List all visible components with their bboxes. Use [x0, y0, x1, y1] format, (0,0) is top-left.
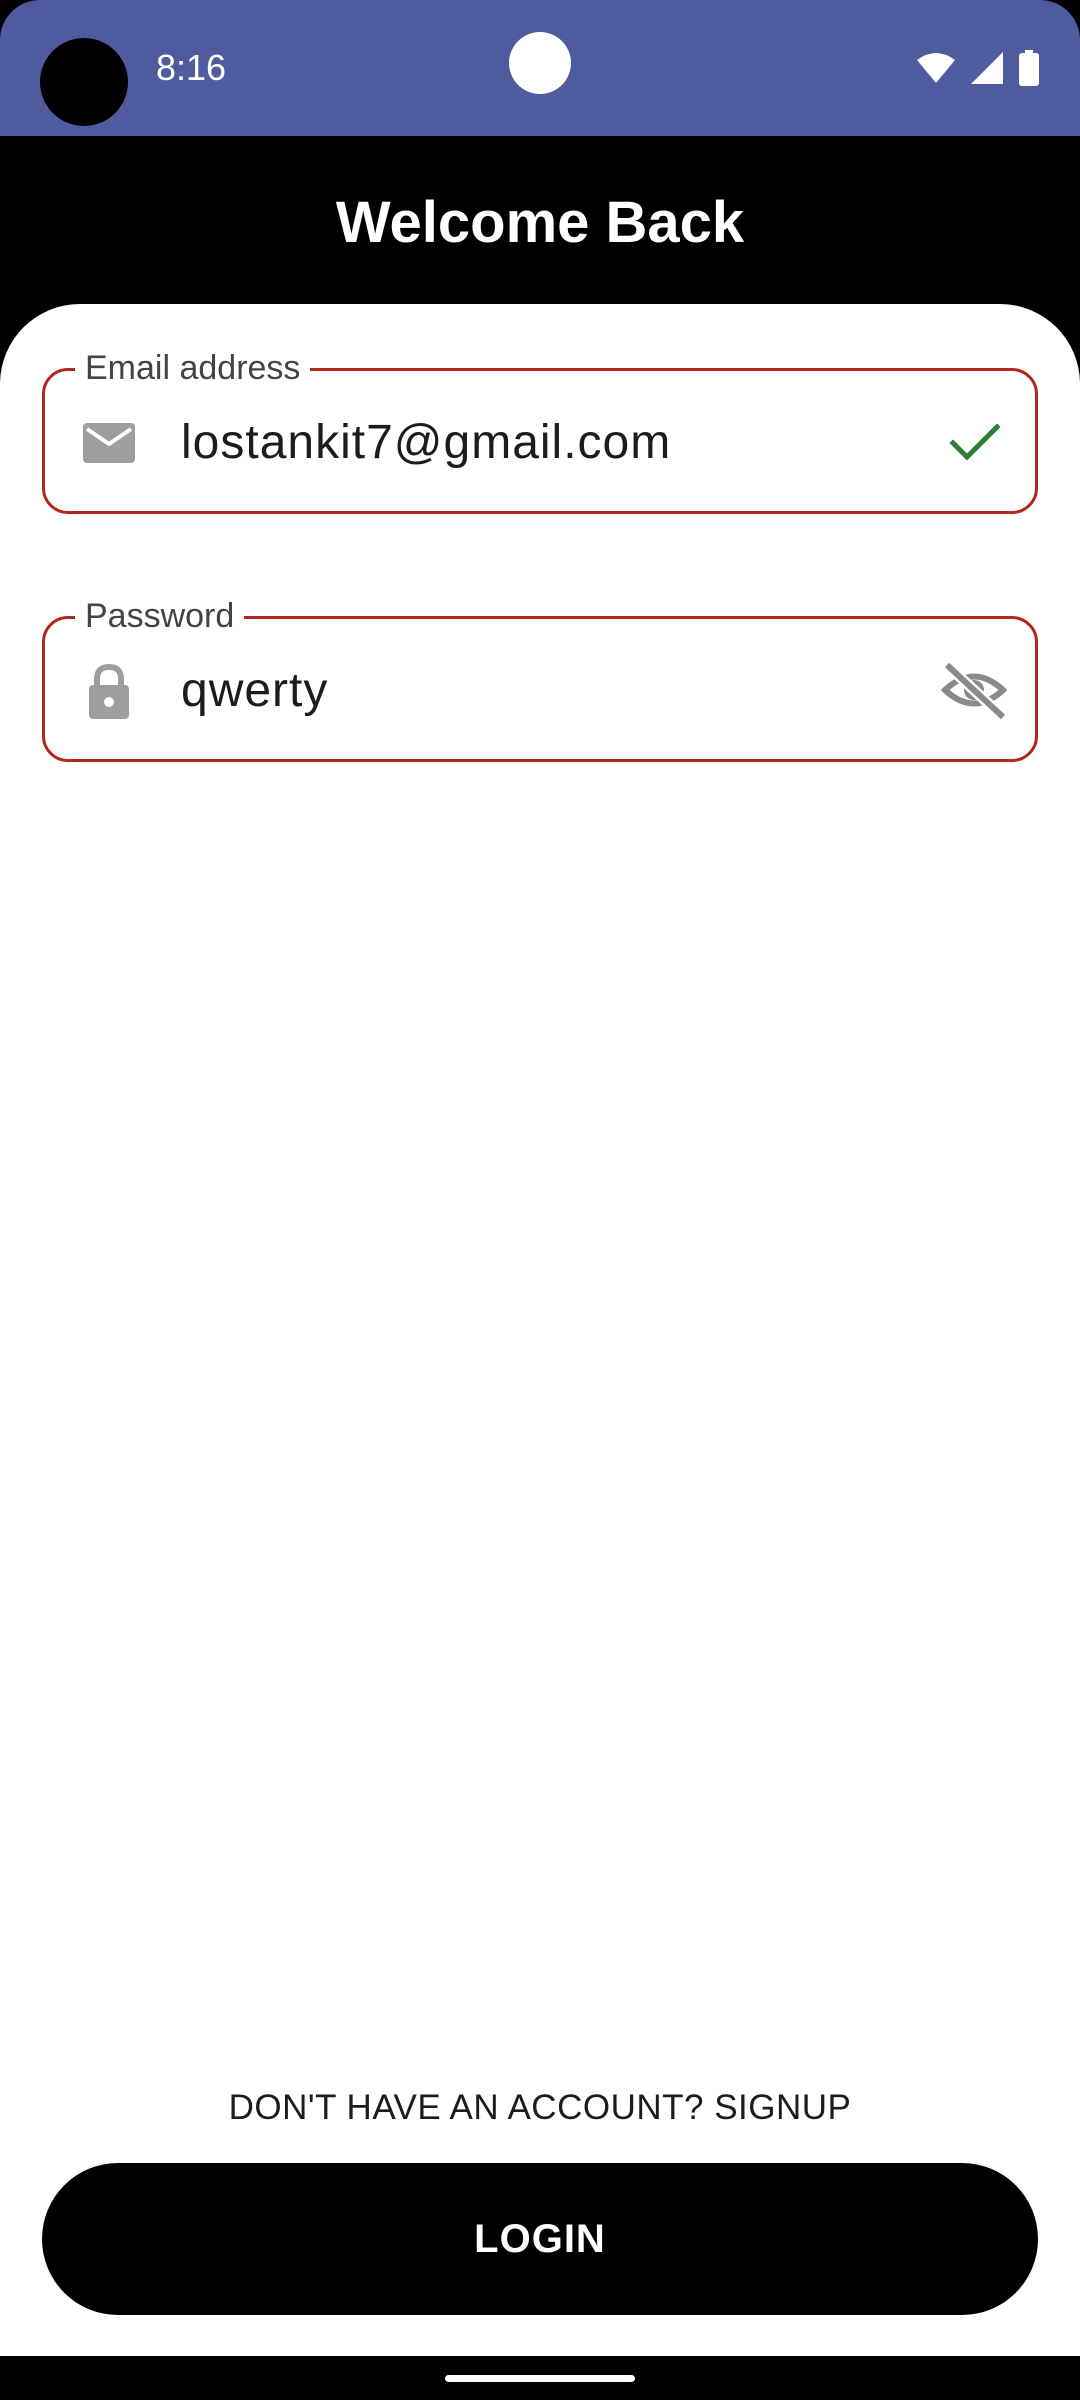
login-form-card: Email address lostankit7@gmail.com Passw… — [0, 304, 1080, 2356]
page-title: Welcome Back — [335, 190, 745, 255]
cellular-signal-icon — [971, 52, 1003, 84]
mail-icon — [83, 423, 135, 463]
login-button[interactable]: LOGIN — [42, 2163, 1038, 2315]
camera-cutout — [40, 38, 128, 126]
login-screen: 8:16 Welcome Back Email address lostanki… — [0, 0, 1080, 2400]
header: Welcome Back — [0, 136, 1080, 304]
wifi-icon — [917, 53, 955, 83]
status-icons — [916, 48, 1040, 88]
gesture-nav-handle[interactable] — [445, 2375, 635, 2382]
signup-link[interactable]: DON'T HAVE AN ACCOUNT? SIGNUP — [0, 2086, 1080, 2130]
front-camera-dot — [509, 32, 571, 94]
email-field-label: Email address — [75, 347, 311, 389]
password-field-label: Password — [75, 595, 245, 637]
visibility-off-icon[interactable] — [941, 659, 1007, 721]
login-button-label: LOGIN — [474, 2216, 606, 2261]
status-bar: 8:16 — [0, 0, 1080, 136]
password-field[interactable]: Password qwerty — [42, 595, 1038, 762]
lock-icon — [89, 663, 129, 719]
email-input-value[interactable]: lostankit7@gmail.com — [181, 415, 671, 471]
check-icon — [949, 423, 1001, 461]
battery-icon — [1019, 50, 1039, 86]
password-input-value[interactable]: qwerty — [181, 663, 328, 719]
status-time: 8:16 — [156, 47, 227, 88]
email-field[interactable]: Email address lostankit7@gmail.com — [42, 347, 1038, 514]
